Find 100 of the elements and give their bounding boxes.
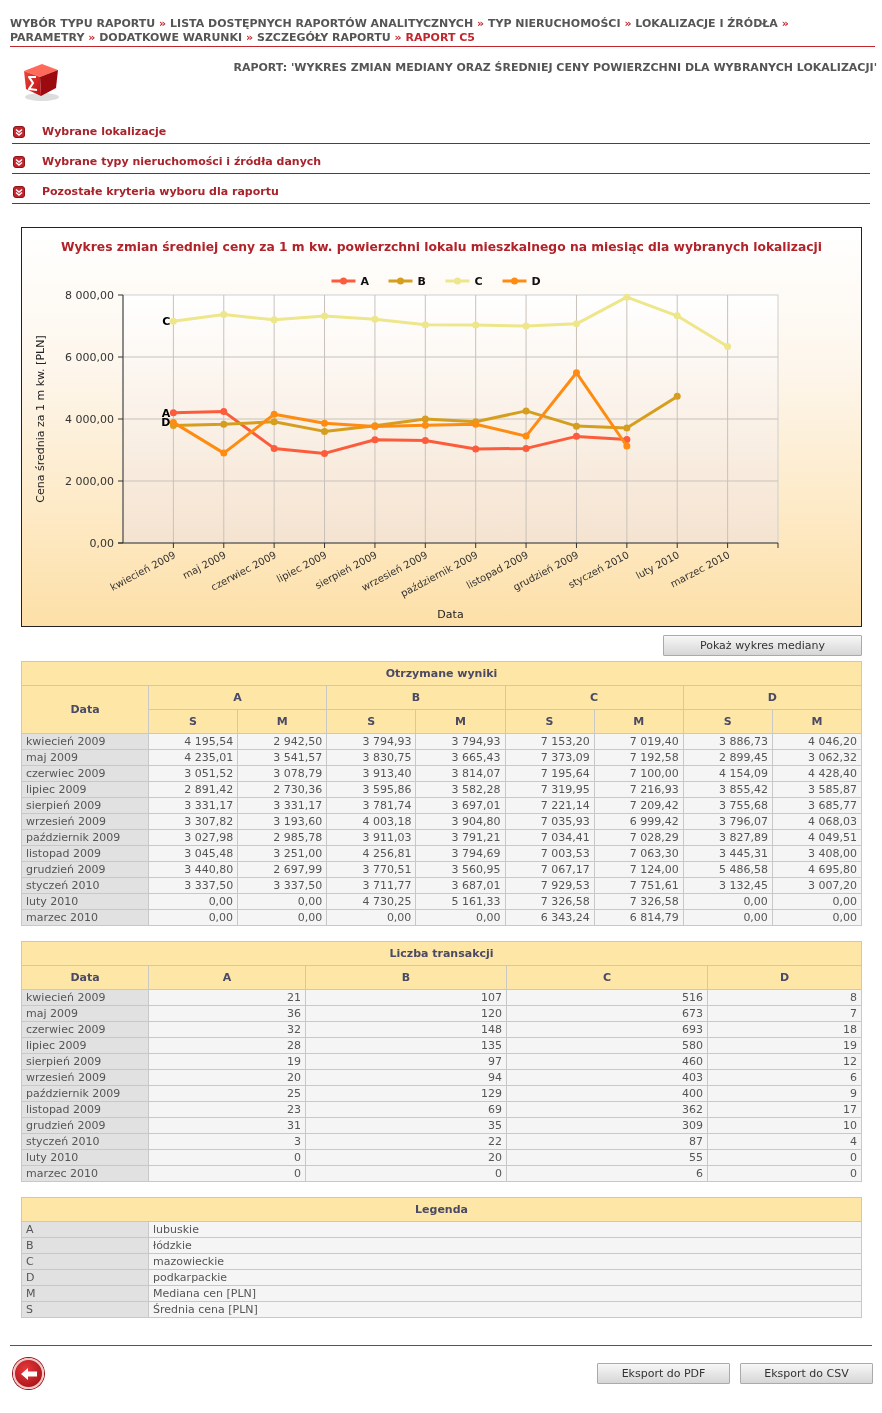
column-header: B [326, 685, 505, 710]
column-header: A [148, 685, 327, 710]
point [522, 407, 530, 415]
section-link[interactable]: Pozostałe kryteria wyboru dla raportu [42, 184, 279, 199]
column-header: Data [21, 685, 149, 734]
point [321, 312, 329, 320]
column-header: M [237, 709, 327, 734]
show-median-chart-button[interactable]: Pokaż wykres mediany [663, 635, 862, 656]
point [472, 321, 480, 329]
breadcrumb-separator: » [159, 17, 167, 30]
breadcrumb-link[interactable]: SZCZEGÓŁY RAPORTU [256, 31, 391, 44]
legend-label: A [360, 275, 369, 288]
y-tick-label: 4 000,00 [65, 413, 114, 426]
column-header: B [305, 965, 507, 990]
point [522, 432, 530, 440]
column-header: M [415, 709, 505, 734]
section-link[interactable]: Wybrane typy nieruchomości i źródła danych [42, 154, 322, 169]
point [421, 415, 429, 423]
y-tick-label: 0,00 [89, 537, 114, 550]
breadcrumb-link[interactable]: RAPORT C5 [405, 31, 475, 44]
column-header: S [326, 709, 416, 734]
table-title: Otrzymane wyniki [21, 661, 862, 686]
column-header: Data [21, 965, 149, 990]
breadcrumb-separator: » [477, 17, 485, 30]
point [522, 444, 530, 452]
column-header: D [683, 685, 862, 710]
double-chevron-down-icon[interactable] [13, 155, 25, 168]
point [270, 444, 278, 452]
legend-line-icon [445, 277, 470, 285]
point [270, 410, 278, 418]
point [623, 424, 631, 432]
table-title: Legenda [21, 1197, 862, 1222]
breadcrumb-separator: » [88, 31, 96, 44]
column-header: C [506, 965, 708, 990]
point [673, 312, 681, 320]
point [371, 315, 379, 323]
y-tick-label: 8 000,00 [65, 289, 114, 302]
point [421, 421, 429, 429]
legend-label: B [417, 275, 426, 288]
legend-label: D [531, 275, 541, 288]
point [321, 419, 329, 427]
point [572, 320, 580, 328]
export-button[interactable]: Eksport do CSV [740, 1363, 873, 1384]
point [623, 442, 631, 450]
point [270, 418, 278, 426]
point [724, 342, 732, 350]
column-header: S [683, 709, 773, 734]
double-chevron-down-icon[interactable] [13, 185, 25, 198]
point [421, 321, 429, 329]
point [220, 449, 228, 457]
point [673, 392, 681, 400]
arrow-left-icon [20, 1367, 37, 1380]
legend-line-icon [388, 277, 413, 285]
breadcrumb-link[interactable]: WYBÓR TYPU RAPORTU [10, 17, 156, 30]
point [623, 293, 631, 301]
chart-title: Wykres zmian średniej ceny za 1 m kw. powierzchni lokalu mieszkalnego na miesiąc dla wybranych lokalizacji [61, 240, 822, 254]
breadcrumb-link[interactable]: PARAMETRY [10, 31, 85, 44]
point [321, 427, 329, 435]
y-axis-title: Cena średnia za 1 m kw. [PLN] [34, 335, 47, 503]
column-header: A [148, 965, 306, 990]
point [270, 316, 278, 324]
point [522, 322, 530, 330]
column-header: C [505, 685, 684, 710]
breadcrumb-link[interactable]: LOKALIZACJE I ŹRÓDŁA [635, 17, 778, 30]
y-tick-label: 2 000,00 [65, 475, 114, 488]
double-chevron-down-icon[interactable] [13, 125, 25, 138]
breadcrumb-link[interactable]: LISTA DOSTĘPNYCH RAPORTÓW ANALITYCZNYCH [170, 17, 474, 30]
column-header: M [772, 709, 862, 734]
column-header: S [148, 709, 238, 734]
breadcrumb-separator: » [394, 31, 402, 44]
column-header: M [594, 709, 684, 734]
y-tick-label: 6 000,00 [65, 351, 114, 364]
legend-line-icon [502, 277, 527, 285]
section-link[interactable]: Wybrane lokalizacje [42, 124, 167, 139]
export-button[interactable]: Eksport do PDF [597, 1363, 730, 1384]
x-axis-title: Data [437, 608, 464, 621]
legend-label: C [474, 275, 483, 288]
back-button[interactable] [13, 1358, 44, 1389]
table-title: Liczba transakcji [21, 941, 862, 966]
breadcrumb-separator: » [624, 17, 632, 30]
point [220, 408, 228, 416]
breadcrumb-separator: » [246, 31, 254, 44]
point [421, 436, 429, 444]
point [572, 432, 580, 440]
column-header: S [505, 709, 595, 734]
column-header: D [707, 965, 862, 990]
point [572, 422, 580, 430]
point [321, 449, 329, 457]
legend-line-icon [331, 277, 356, 285]
point [572, 369, 580, 377]
point [220, 420, 228, 428]
point [371, 436, 379, 444]
series-label: C [162, 315, 171, 329]
breadcrumb-link[interactable]: TYP NIERUCHOMOŚCI [487, 17, 621, 30]
series-label: D [161, 416, 171, 430]
breadcrumb-separator: » [781, 17, 789, 30]
breadcrumb-link[interactable]: DODATKOWE WARUNKI [99, 31, 243, 44]
point [472, 445, 480, 453]
report-title: RAPORT: 'WYKRES ZMIAN MEDIANY ORAZ ŚREDNIEJ CENY POWIERZCHNI DLA WYBRANYCH LOKALIZACJI' [233, 61, 877, 75]
point [220, 311, 228, 319]
